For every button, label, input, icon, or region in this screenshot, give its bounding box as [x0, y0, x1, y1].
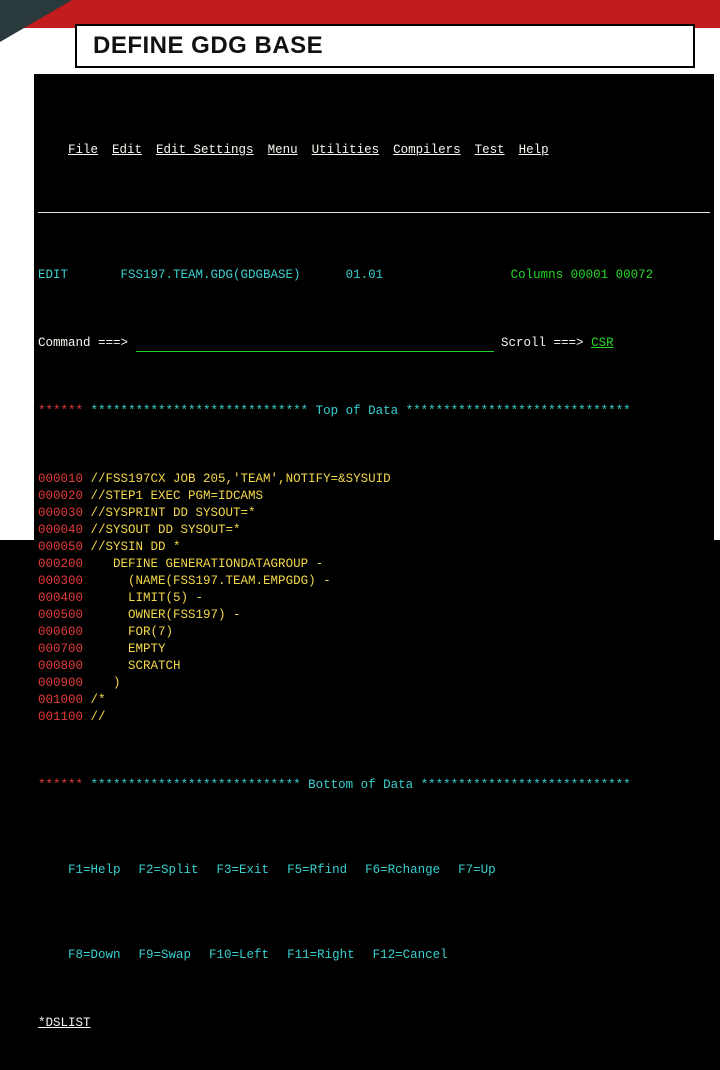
dataset-name: FSS197.TEAM.GDG(GDGBASE): [121, 268, 301, 282]
columns-label: Columns: [511, 268, 564, 282]
corner-triangle: [0, 0, 72, 42]
line-number[interactable]: 000200: [38, 557, 83, 571]
line-number[interactable]: 000040: [38, 523, 83, 537]
line-text[interactable]: FOR(7): [91, 625, 174, 639]
f10-left[interactable]: F10=Left: [209, 947, 269, 964]
f3-exit[interactable]: F3=Exit: [217, 862, 270, 879]
member-level: 01.01: [346, 268, 384, 282]
line-number[interactable]: 000900: [38, 676, 83, 690]
fkey-row-2: F8=Down F9=Swap F10=Left F11=Right F12=Cance…: [34, 930, 714, 981]
line-number[interactable]: 001100: [38, 710, 83, 724]
menu-test[interactable]: Test: [475, 143, 505, 157]
menu-compilers[interactable]: Compilers: [393, 143, 461, 157]
menu-edit-settings[interactable]: Edit Settings: [156, 143, 254, 157]
line-number[interactable]: 001000: [38, 693, 83, 707]
menu-menu[interactable]: Menu: [268, 143, 298, 157]
top-marker: ***************************** Top of Dat…: [91, 404, 631, 418]
line-number[interactable]: 000500: [38, 608, 83, 622]
editor-line[interactable]: 000300 (NAME(FSS197.TEAM.EMPGDG) -: [34, 573, 714, 590]
editor-line[interactable]: 000900 ): [34, 675, 714, 692]
line-text[interactable]: //SYSIN DD *: [91, 540, 181, 554]
editor-line[interactable]: 000020 //STEP1 EXEC PGM=IDCAMS: [34, 488, 714, 505]
line-text[interactable]: DEFINE GENERATIONDATAGROUP -: [91, 557, 324, 571]
command-input[interactable]: [136, 351, 494, 352]
editor-line[interactable]: 000700 EMPTY: [34, 641, 714, 658]
line-text[interactable]: //SYSPRINT DD SYSOUT=*: [91, 506, 256, 520]
line-num-stars: ******: [38, 778, 83, 792]
f11-right[interactable]: F11=Right: [287, 947, 355, 964]
line-text[interactable]: ): [91, 676, 121, 690]
line-number[interactable]: 000050: [38, 540, 83, 554]
ispf-menu-bar[interactable]: File Edit Edit Settings Menu Utilities Compil…: [34, 125, 714, 176]
editor-line[interactable]: 000050 //SYSIN DD *: [34, 539, 714, 556]
line-number[interactable]: 000020: [38, 489, 83, 503]
command-line: Command ===> Scroll ===> CSR: [34, 335, 714, 352]
line-number[interactable]: 000800: [38, 659, 83, 673]
editor-line[interactable]: 000500 OWNER(FSS197) -: [34, 607, 714, 624]
fkey-row-1: F1=Help F2=Split F3=Exit F5=Rfind F6=Rchange…: [34, 845, 714, 896]
line-number[interactable]: 000030: [38, 506, 83, 520]
bottom-of-data: ****** **************************** Bott…: [34, 777, 714, 794]
line-text[interactable]: //: [91, 710, 106, 724]
editor-header: EDIT FSS197.TEAM.GDG(GDGBASE) 01.01 Colu…: [34, 267, 714, 284]
pending-command: *DSLIST: [34, 1015, 714, 1032]
line-num-stars: ******: [38, 404, 83, 418]
line-number[interactable]: 000400: [38, 591, 83, 605]
menu-edit[interactable]: Edit: [112, 143, 142, 157]
f1-help[interactable]: F1=Help: [68, 862, 121, 879]
line-number[interactable]: 000300: [38, 574, 83, 588]
line-number[interactable]: 000600: [38, 625, 83, 639]
menu-divider: [38, 212, 710, 213]
menu-utilities[interactable]: Utilities: [312, 143, 380, 157]
menu-file[interactable]: File: [68, 143, 98, 157]
editor-line[interactable]: 000400 LIMIT(5) -: [34, 590, 714, 607]
bottom-marker: **************************** Bottom of D…: [91, 778, 631, 792]
editor-line[interactable]: 001000 /*: [34, 692, 714, 709]
editor-line[interactable]: 000040 //SYSOUT DD SYSOUT=*: [34, 522, 714, 539]
f12-cancel[interactable]: F12=Cancel: [373, 947, 448, 964]
editor-line[interactable]: 000030 //SYSPRINT DD SYSOUT=*: [34, 505, 714, 522]
line-text[interactable]: //STEP1 EXEC PGM=IDCAMS: [91, 489, 264, 503]
edit-mode: EDIT: [38, 268, 68, 282]
line-text[interactable]: LIMIT(5) -: [91, 591, 204, 605]
scroll-label: Scroll ===>: [501, 336, 584, 350]
editor-line[interactable]: 000200 DEFINE GENERATIONDATAGROUP -: [34, 556, 714, 573]
editor-body[interactable]: 000010 //FSS197CX JOB 205,'TEAM',NOTIFY=…: [34, 471, 714, 726]
menu-help[interactable]: Help: [519, 143, 549, 157]
line-text[interactable]: EMPTY: [91, 642, 166, 656]
f8-down[interactable]: F8=Down: [68, 947, 121, 964]
line-text[interactable]: (NAME(FSS197.TEAM.EMPGDG) -: [91, 574, 331, 588]
scroll-input[interactable]: CSR: [591, 336, 614, 350]
line-text[interactable]: OWNER(FSS197) -: [91, 608, 241, 622]
f2-split[interactable]: F2=Split: [139, 862, 199, 879]
command-prompt: Command ===>: [38, 336, 128, 350]
line-text[interactable]: //SYSOUT DD SYSOUT=*: [91, 523, 241, 537]
top-of-data: ****** ***************************** Top…: [34, 403, 714, 420]
pending-text[interactable]: *DSLIST: [38, 1016, 91, 1030]
f9-swap[interactable]: F9=Swap: [139, 947, 192, 964]
editor-line[interactable]: 000800 SCRATCH: [34, 658, 714, 675]
editor-line[interactable]: 000600 FOR(7): [34, 624, 714, 641]
slide-title-box: DEFINE GDG BASE: [75, 24, 695, 68]
f7-up[interactable]: F7=Up: [458, 862, 496, 879]
slide-title: DEFINE GDG BASE: [93, 32, 677, 60]
terminal-3270: File Edit Edit Settings Menu Utilities Compil…: [34, 74, 714, 1070]
f6-rchange[interactable]: F6=Rchange: [365, 862, 440, 879]
columns-value: 00001 00072: [571, 268, 654, 282]
f5-rfind[interactable]: F5=Rfind: [287, 862, 347, 879]
line-number[interactable]: 000700: [38, 642, 83, 656]
line-text[interactable]: //FSS197CX JOB 205,'TEAM',NOTIFY=&SYSUID: [91, 472, 391, 486]
editor-line[interactable]: 001100 //: [34, 709, 714, 726]
line-number[interactable]: 000010: [38, 472, 83, 486]
line-text[interactable]: SCRATCH: [91, 659, 181, 673]
line-text[interactable]: /*: [91, 693, 106, 707]
editor-line[interactable]: 000010 //FSS197CX JOB 205,'TEAM',NOTIFY=…: [34, 471, 714, 488]
